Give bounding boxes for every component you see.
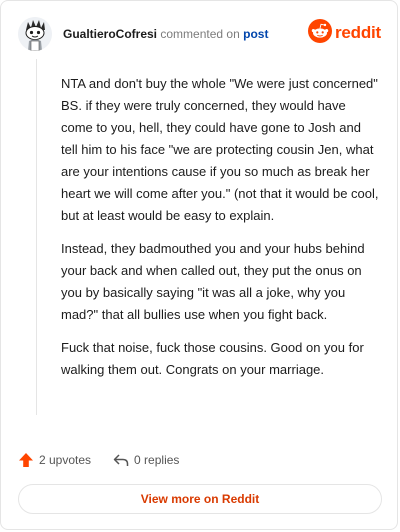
reddit-logo-icon (307, 18, 332, 48)
embedded-comment-card: GualtieroCofresi commented on post reddi… (0, 0, 398, 530)
view-more-button[interactable]: View more on Reddit (18, 484, 382, 514)
post-link[interactable]: post (243, 27, 268, 41)
snoo-avatar-icon[interactable] (18, 17, 52, 51)
reply-count: 0 replies (134, 453, 180, 467)
comment-paragraph: NTA and don't buy the whole "We were jus… (61, 76, 379, 223)
comment-paragraph: Instead, they badmouthed you and your hu… (61, 241, 365, 322)
comment-byline: GualtieroCofresi commented on post (63, 27, 268, 41)
reddit-wordmark: reddit (334, 23, 381, 42)
comment-header: GualtieroCofresi commented on post reddi… (18, 17, 381, 53)
thread-line (36, 59, 37, 415)
replies-button[interactable]: 0 replies (113, 452, 179, 468)
upvote-button[interactable]: 2 upvotes (18, 452, 91, 468)
comment-footer: 2 upvotes 0 replies (18, 448, 378, 472)
upvote-arrow-icon (18, 452, 34, 468)
upvote-count: 2 upvotes (39, 453, 92, 467)
reddit-logo[interactable]: reddit (305, 18, 381, 48)
comment-body: NTA and don't buy the whole "We were jus… (61, 73, 379, 392)
reply-arrow-icon (113, 452, 129, 468)
comment-paragraph: Fuck that noise, fuck those cousins. Goo… (61, 340, 364, 377)
username-link[interactable]: GualtieroCofresi (63, 27, 157, 41)
byline-action: commented on (160, 27, 240, 41)
